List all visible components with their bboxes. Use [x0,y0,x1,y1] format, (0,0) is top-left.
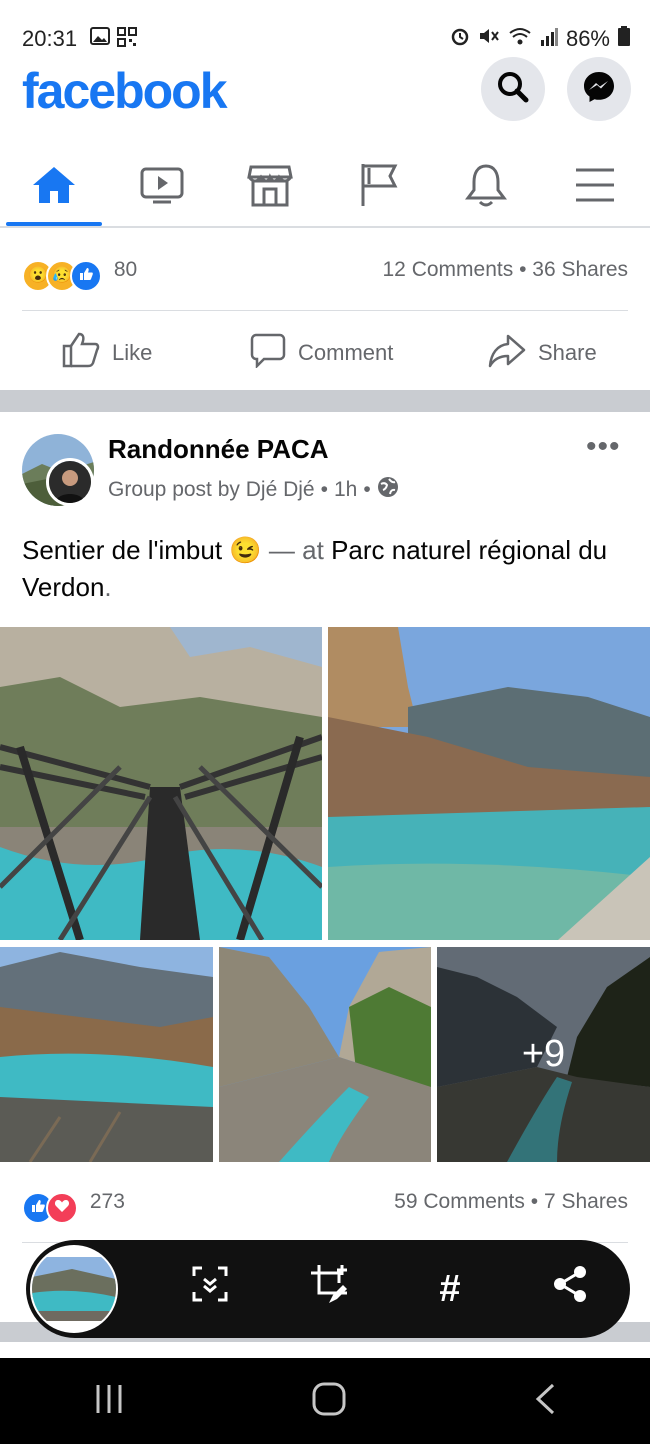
post-shares-count[interactable]: 7 Shares [544,1190,628,1213]
like-button[interactable]: Like [62,332,152,374]
prev-post-reactions[interactable]: 😮 😥 80 [22,256,138,292]
screenshot-toolbar: # [26,1240,630,1338]
menu-icon [574,167,616,208]
meta-separator: • [320,478,328,501]
prev-shares-count[interactable]: 36 Shares [532,258,628,281]
post-text: Sentier de l'imbut 😉 — at Parc naturel r… [22,532,632,606]
search-icon [495,69,531,110]
post-text-main: Sentier de l'imbut [22,535,223,565]
share-nodes-icon [552,1265,588,1313]
photo-river-1[interactable] [328,627,650,940]
status-right: 86% [450,26,630,52]
post-reaction-count: 273 [89,1190,125,1213]
scroll-capture-button[interactable] [160,1264,260,1314]
comment-icon [250,332,286,374]
like-reaction-icon [70,260,102,292]
messenger-icon [581,69,617,110]
tab-home[interactable] [0,148,108,226]
post-text-at: — at [268,535,324,565]
post-time[interactable]: 1h [334,478,357,502]
home-button[interactable] [311,1381,347,1422]
tab-notifications[interactable] [432,148,540,226]
stat-separator: • [530,1190,539,1213]
post-more-button[interactable]: ••• [586,430,621,464]
alarm-icon [450,26,470,52]
battery-percent: 86% [565,26,610,51]
wink-emoji: 😉 [229,535,262,565]
more-photos-count: +9 [521,1033,566,1075]
pages-flag-icon [355,162,401,213]
photo-bridge[interactable] [0,627,322,940]
main-nav [0,148,650,226]
post-meta: Group post by Djé Djé • 1h • [108,476,399,504]
tab-marketplace[interactable] [216,148,324,226]
share-button[interactable]: Share [488,332,597,374]
comment-label: Comment [298,340,394,365]
share-icon [488,332,526,374]
scroll-capture-icon [190,1264,230,1314]
prev-post-stats[interactable]: 12 Comments • 36 Shares [383,258,629,282]
recent-apps-button[interactable] [93,1383,125,1420]
globe-icon [377,476,399,504]
post-reactions[interactable]: 273 [22,1188,125,1224]
stat-separator: • [519,258,527,281]
photo-more[interactable]: +9 [437,947,650,1162]
photo-canyon[interactable] [219,947,431,1162]
share-screenshot-button[interactable] [520,1265,620,1313]
photo-river-2[interactable] [0,947,213,1162]
user-avatar[interactable] [46,458,94,506]
facebook-logo[interactable]: facebook [22,62,228,120]
messenger-button[interactable] [567,57,631,121]
like-icon [62,332,100,374]
like-label: Like [112,340,153,365]
nav-divider [0,226,650,228]
search-button[interactable] [481,57,545,121]
qr-icon [117,27,137,52]
tab-pages[interactable] [324,148,432,226]
marketplace-icon [247,163,293,212]
status-bar: 20:31 86% [0,0,650,62]
signal-icon [540,26,558,52]
status-time: 20:31 [22,26,78,51]
prev-comments-count[interactable]: 12 Comments [383,258,514,281]
gallery-icon [90,27,110,50]
post-author[interactable]: Group post by Djé Djé [108,478,315,502]
share-label: Share [538,340,597,365]
group-name[interactable]: Randonnée PACA [108,434,329,465]
screenshot-thumbnail[interactable] [30,1245,118,1333]
post-comments-count[interactable]: 59 Comments [394,1190,525,1213]
wifi-icon [508,26,532,52]
post-separator [0,390,650,412]
comment-button[interactable]: Comment [250,332,393,374]
actions-divider [22,310,628,311]
mute-icon [478,26,500,52]
notifications-bell-icon [463,162,509,213]
love-reaction-icon [46,1192,78,1224]
tab-watch[interactable] [108,148,216,226]
video-icon [139,165,185,210]
post-text-end: . [104,572,112,602]
post-stats[interactable]: 59 Comments • 7 Shares [394,1190,628,1214]
battery-icon [618,26,630,52]
tab-menu[interactable] [540,148,650,226]
crop-edit-button[interactable] [280,1263,380,1315]
prev-reaction-count: 80 [113,258,138,281]
hashtag-button[interactable]: # [400,1268,500,1311]
system-nav-bar [0,1358,650,1444]
home-icon [31,165,77,210]
back-button[interactable] [533,1382,557,1421]
meta-separator: • [363,478,371,501]
crop-edit-icon [309,1263,351,1315]
